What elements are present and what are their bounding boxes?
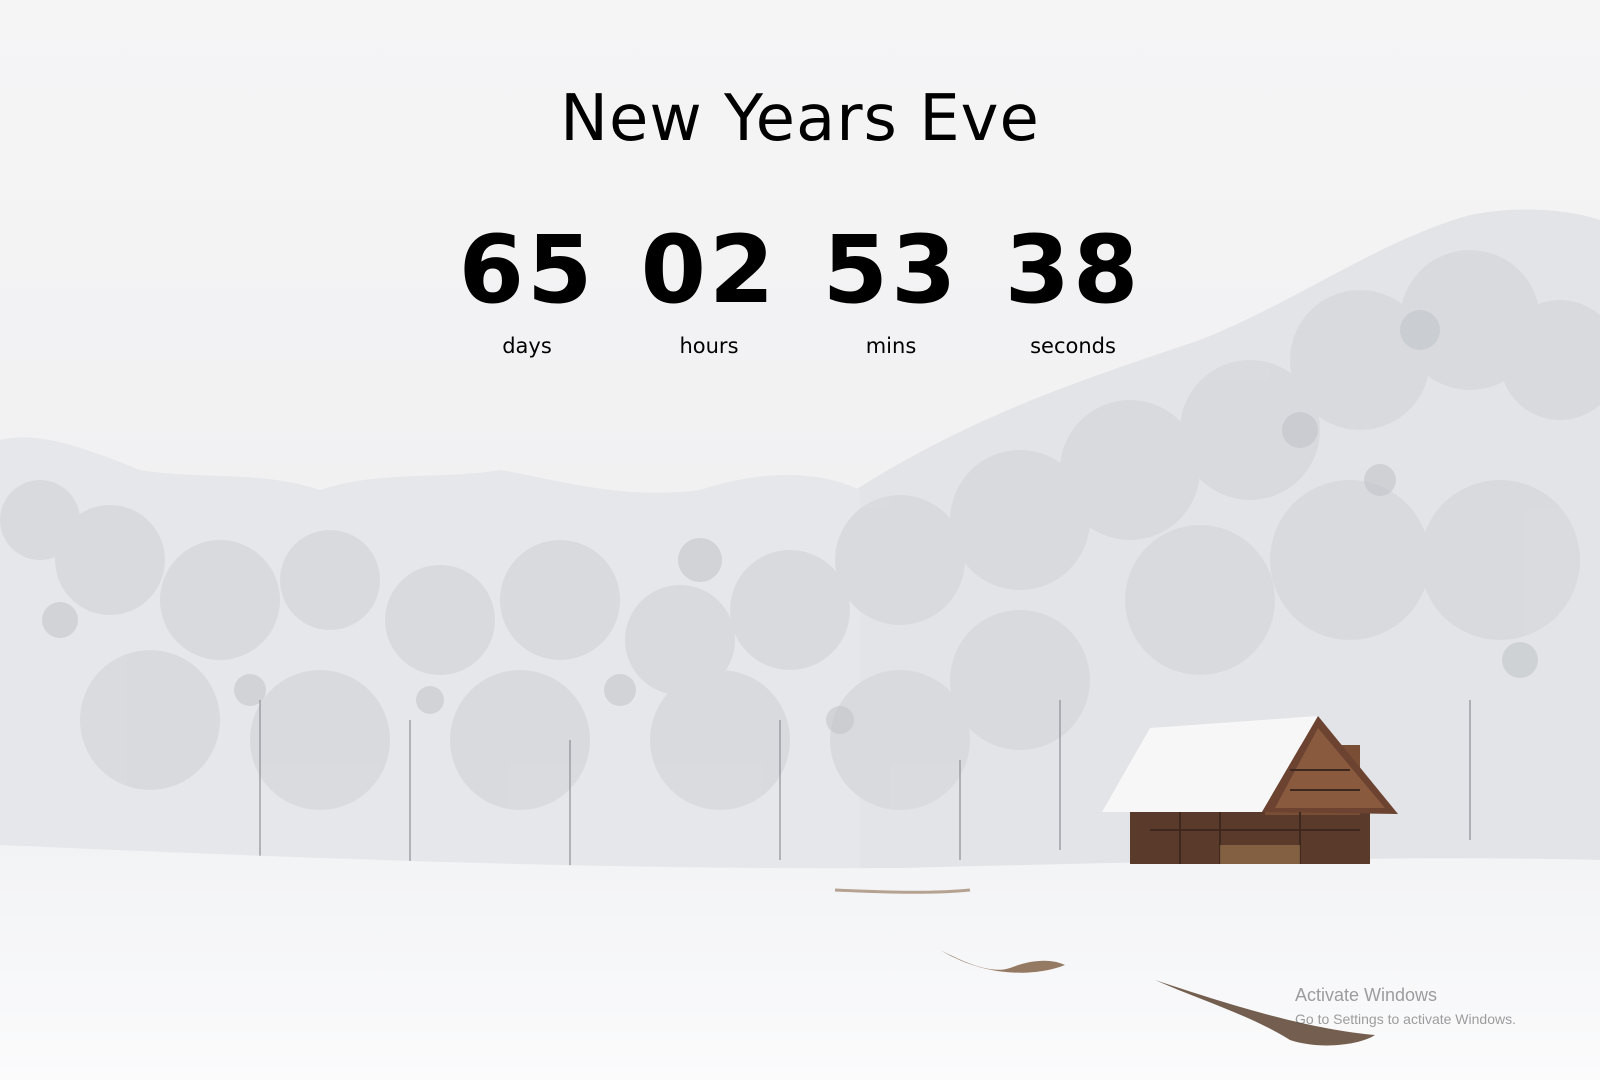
days-value: 65 [458,216,596,325]
mins-value: 53 [822,216,960,325]
hours-value: 02 [640,216,778,325]
countdown-mins: 53 mins [800,216,982,359]
page-title: New Years Eve [560,82,1040,156]
seconds-value: 38 [1004,216,1142,325]
countdown-timer: 65 days 02 hours 53 mins 38 seconds [0,216,1600,359]
countdown-days: 65 days [436,216,618,359]
activate-windows-watermark: Activate Windows Go to Settings to activ… [1295,985,1516,1027]
countdown-hours: 02 hours [618,216,800,359]
days-label: days [502,334,552,358]
watermark-title: Activate Windows [1295,985,1438,1005]
hours-label: hours [679,334,739,358]
snow-field [0,845,1600,1080]
mins-label: mins [865,334,917,358]
watermark-subtitle: Go to Settings to activate Windows. [1295,1011,1516,1027]
snowy-landscape-background [0,0,1600,1080]
seconds-label: seconds [1030,334,1116,358]
countdown-seconds: 38 seconds [982,216,1164,359]
